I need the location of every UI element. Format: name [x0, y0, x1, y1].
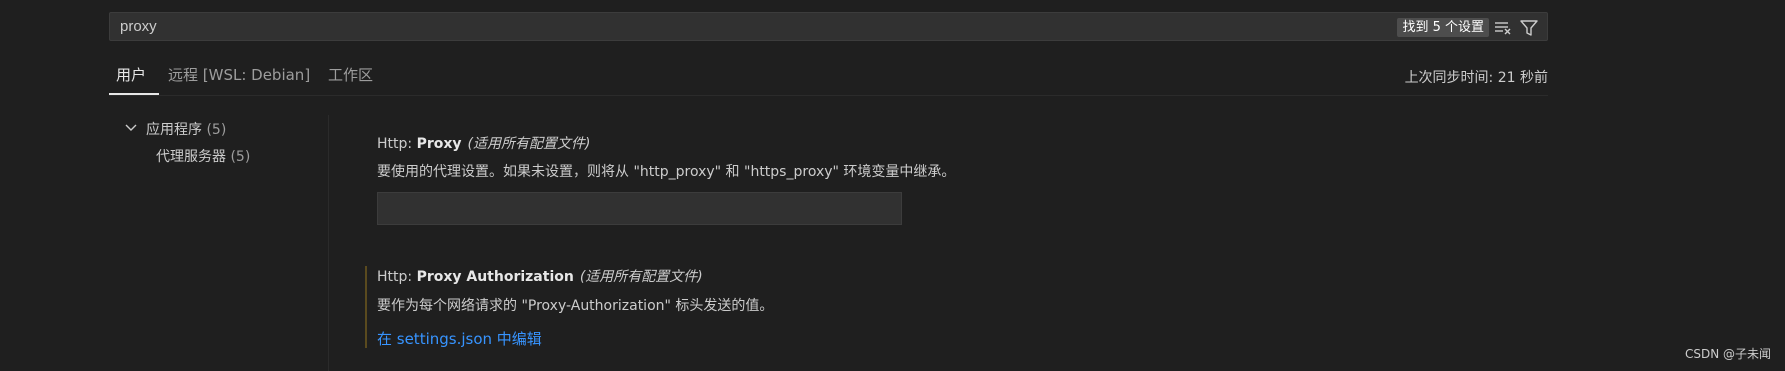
toc-item-proxy[interactable]: 代理服务器 (5): [156, 146, 250, 166]
setting-description-http-proxy-authorization: 要作为每个网络请求的 "Proxy-Authorization" 标头发送的值。: [377, 298, 774, 314]
setting-name: Proxy Authorization: [416, 269, 574, 285]
search-result-count-badge: 找到 5 个设置: [1397, 18, 1489, 37]
setting-title-http-proxy-authorization: Http: Proxy Authorization (适用所有配置文件): [377, 266, 703, 286]
toc-item-label: 代理服务器: [156, 149, 226, 165]
sync-status: 上次同步时间: 21 秒前: [1404, 70, 1548, 86]
http-proxy-input[interactable]: [377, 192, 902, 225]
clear-filter-icon[interactable]: [1493, 18, 1513, 38]
filter-icon[interactable]: [1519, 18, 1539, 38]
tab-workspace[interactable]: 工作区: [328, 64, 373, 85]
setting-name: Proxy: [416, 136, 462, 152]
setting-category: Http:: [377, 269, 417, 285]
setting-scope: (适用所有配置文件): [467, 136, 591, 152]
setting-modified-indicator: [365, 266, 367, 348]
tab-user[interactable]: 用户: [116, 64, 146, 85]
tab-remote[interactable]: 远程 [WSL: Debian]: [168, 64, 310, 85]
settings-search-input[interactable]: [116, 13, 1274, 40]
edit-in-settings-json-link[interactable]: 在 settings.json 中编辑: [377, 328, 542, 349]
tabs-divider: [109, 95, 1548, 96]
setting-description-http-proxy: 要使用的代理设置。如果未设置，则将从 "http_proxy" 和 "https…: [377, 164, 956, 180]
toc-group-label: 应用程序: [146, 122, 202, 138]
setting-category: Http:: [377, 136, 417, 152]
settings-search-bar: 找到 5 个设置: [109, 12, 1548, 41]
watermark: CSDN @子未闻: [1684, 347, 1771, 361]
setting-title-http-proxy: Http: Proxy (适用所有配置文件): [377, 133, 590, 153]
toc-divider: [328, 115, 329, 371]
toc-group-count: (5): [206, 122, 227, 138]
chevron-down-icon[interactable]: [124, 121, 138, 135]
setting-scope: (适用所有配置文件): [579, 269, 703, 285]
settings-editor: 找到 5 个设置 用户 远程 [WSL: Debian] 工作区 上次同步时间:…: [0, 0, 1785, 371]
toc-item-count: (5): [230, 149, 251, 165]
toc-group-application[interactable]: 应用程序 (5): [146, 119, 226, 139]
